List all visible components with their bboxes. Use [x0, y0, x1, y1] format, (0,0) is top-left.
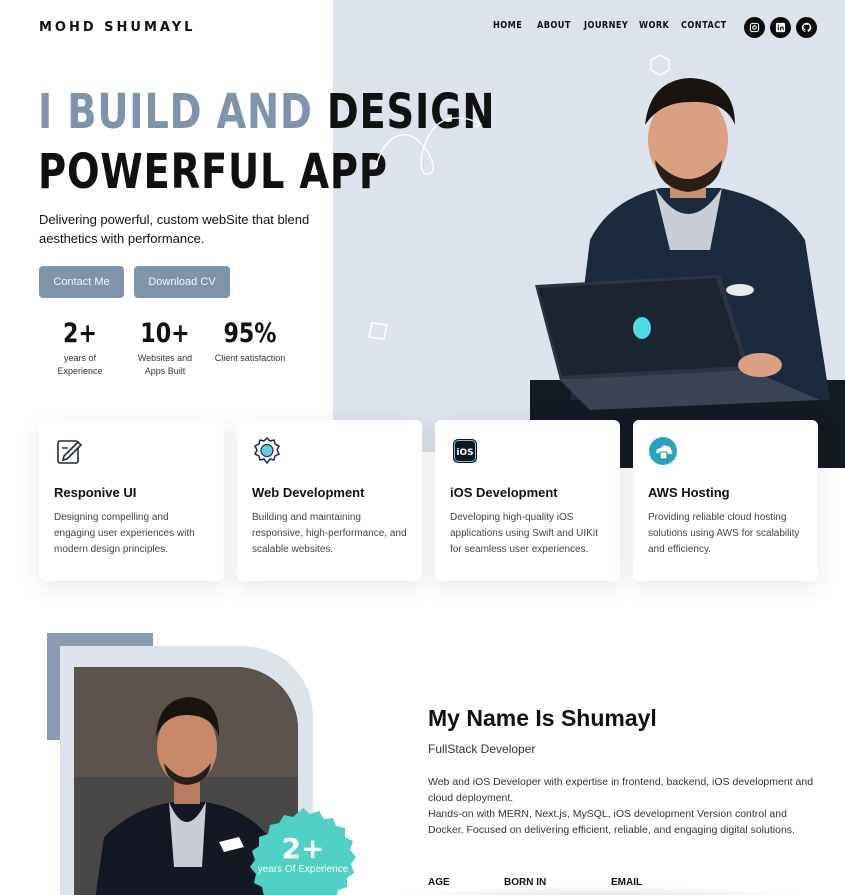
contact-me-button[interactable]: Contact Me	[39, 266, 124, 298]
about-desc-line-2: Hands-on with MERN, Next.js, MySQL, iOS …	[428, 808, 795, 836]
experience-badge: 2+ years Of Experience	[250, 808, 356, 895]
nav-work[interactable]: WORK	[639, 20, 669, 31]
ios-icon: iOS	[453, 439, 477, 463]
service-title: AWS Hosting	[648, 485, 730, 500]
linkedin-icon[interactable]	[770, 17, 791, 38]
stat-value: 95%	[223, 318, 277, 349]
github-icon[interactable]	[796, 17, 817, 38]
nav-about[interactable]: ABOUT	[537, 20, 570, 31]
badge-value: 2+	[281, 832, 325, 865]
service-desc: Building and maintaining responsive, hig…	[252, 512, 407, 555]
about-name: My Name Is Shumayl	[428, 705, 657, 731]
download-cv-button[interactable]: Download CV	[134, 266, 230, 298]
service-card-ios-development[interactable]: iOS iOS Development Developing high-qual…	[435, 420, 620, 581]
badge-label: years Of Experience	[257, 864, 349, 875]
nav-contact[interactable]: CONTACT	[681, 20, 726, 31]
service-desc: Developing high-quality iOS applications…	[450, 512, 598, 555]
service-card-responsive-ui[interactable]: Responive UI Designing compelling and en…	[39, 420, 224, 581]
main-nav: HOME ABOUT JOURNEY WORK CONTACT	[493, 20, 726, 31]
service-title: iOS Development	[450, 485, 558, 500]
about-description: Web and iOS Developer with expertise in …	[428, 774, 823, 838]
service-title: Web Development	[252, 485, 365, 500]
bottom-shadow	[360, 885, 845, 895]
gear-web-icon	[253, 436, 281, 465]
stat-satisfaction: 95% Client satisfaction	[205, 318, 295, 365]
service-card-web-development[interactable]: Web Development Building and maintaining…	[237, 420, 422, 581]
about-role: FullStack Developer	[428, 742, 536, 756]
hero-avatar-illustration	[530, 78, 845, 468]
service-desc: Designing compelling and engaging user e…	[54, 512, 195, 555]
stat-label: Websites and Apps Built	[137, 353, 193, 376]
headline-muted: I BUILD AND	[38, 84, 313, 140]
cloud-hosting-icon	[649, 437, 677, 465]
stat-projects: 10+ Websites and Apps Built	[130, 318, 200, 378]
service-desc: Providing reliable cloud hosting solutio…	[648, 512, 800, 555]
stat-experience: 2+ years of Experience	[50, 318, 110, 378]
stat-label: years of Experience	[57, 353, 103, 376]
stat-value: 10+	[140, 318, 190, 349]
instagram-icon[interactable]	[744, 17, 765, 38]
site-logo[interactable]: MOHD SHUMAYL	[39, 20, 195, 35]
swirl-decoration	[375, 117, 483, 175]
nav-home[interactable]: HOME	[493, 20, 522, 31]
edit-icon	[57, 440, 83, 464]
social-links	[744, 17, 817, 38]
svg-text:iOS: iOS	[456, 448, 473, 458]
service-card-aws-hosting[interactable]: AWS Hosting Providing reliable cloud hos…	[633, 420, 818, 581]
nav-journey[interactable]: JOURNEY	[584, 20, 628, 31]
diamond-decoration	[368, 322, 388, 340]
stat-value: 2+	[63, 318, 97, 349]
about-desc-line-1: Web and iOS Developer with expertise in …	[428, 776, 814, 804]
service-title: Responive UI	[54, 485, 137, 500]
hero-subtext: Delivering powerful, custom webSite that…	[39, 212, 310, 246]
stat-label: Client satisfaction	[214, 353, 286, 363]
